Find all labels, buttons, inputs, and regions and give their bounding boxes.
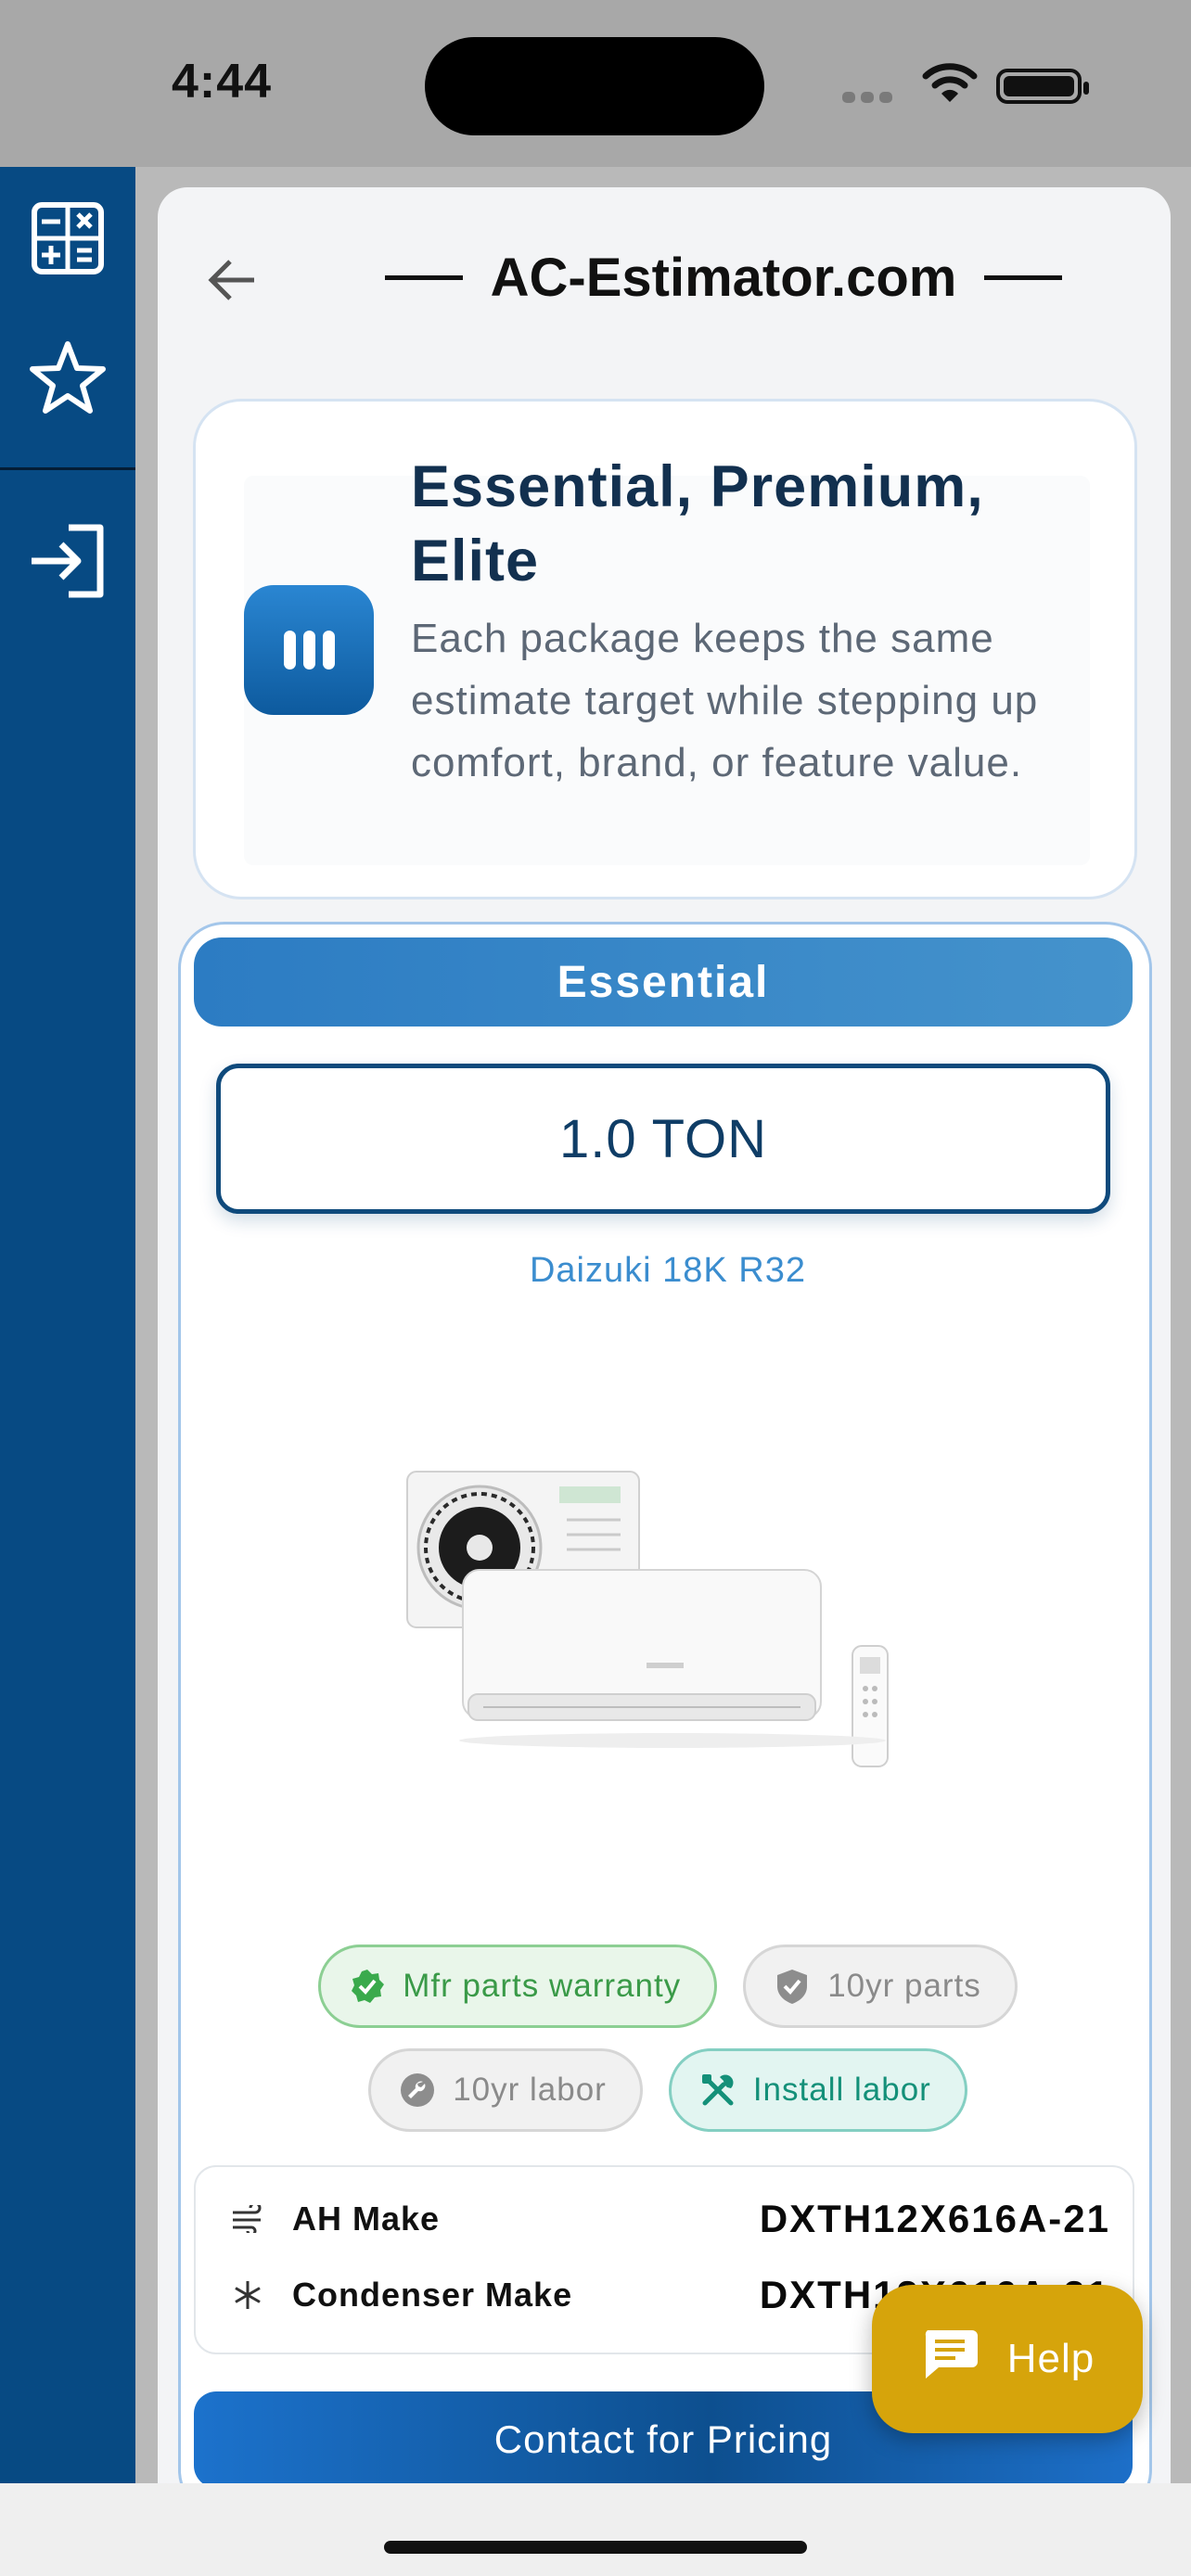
title-rule-left — [384, 274, 463, 280]
sidebar-divider — [0, 467, 135, 470]
back-button[interactable] — [195, 243, 269, 317]
tier-card: Essential 1.0 TON Daizuki 18K R32 Mfr pa… — [178, 922, 1152, 2483]
home-indicator[interactable] — [384, 2541, 807, 2554]
spec-label: Condenser Make — [292, 2276, 573, 2314]
wrench-icon — [399, 2072, 436, 2109]
help-label: Help — [1006, 2336, 1095, 2381]
help-button[interactable]: Help — [872, 2285, 1143, 2433]
status-bar: 4:44 — [0, 0, 1191, 167]
dynamic-island — [425, 37, 764, 135]
title-rule-right — [984, 274, 1063, 280]
product-image — [394, 1305, 919, 1926]
check-badge-icon — [349, 1968, 386, 2005]
tonnage-selector[interactable]: 1.0 TON — [216, 1064, 1110, 1214]
badge-label: Mfr parts warranty — [403, 1968, 682, 2004]
spec-label: AH Make — [292, 2200, 441, 2238]
battery-icon — [996, 69, 1089, 104]
tier-name[interactable]: Essential — [194, 937, 1133, 1027]
calculator-icon[interactable] — [26, 197, 109, 280]
badge-label: 10yr parts — [827, 1968, 981, 2004]
wifi-icon — [922, 61, 978, 104]
home-area — [0, 2483, 1191, 2576]
spec-value: DXTH12X616A-21 — [759, 2197, 1110, 2240]
snowflake-icon — [229, 2276, 266, 2314]
app-title-text: AC-Estimator.com — [490, 247, 957, 308]
badge-install-labor: Install labor — [668, 2048, 967, 2132]
shield-icon — [774, 1968, 811, 2005]
package-tiers-icon — [244, 585, 374, 715]
arrow-left-icon — [208, 260, 254, 300]
chat-icon — [920, 2327, 980, 2392]
header-title: AC-Estimator.com — [352, 236, 1095, 319]
badges-row-1: Mfr parts warranty 10yr parts — [181, 1945, 1155, 2028]
badge-label: Install labor — [752, 2072, 931, 2108]
air-handler-icon — [229, 2200, 266, 2238]
star-outline-icon[interactable] — [26, 336, 109, 419]
badge-10yr-labor: 10yr labor — [368, 2048, 643, 2132]
badge-10yr-parts: 10yr parts — [743, 1945, 1018, 2028]
status-time: 4:44 — [172, 55, 273, 108]
signal-dots-icon — [842, 91, 907, 104]
intro-description: Each package keeps the same estimate tar… — [411, 616, 1039, 785]
intro-title: Essential, Premium, Elite — [411, 454, 984, 593]
spec-row-ah-make: AH Make DXTH12X616A-21 — [229, 2191, 1110, 2247]
badges-row-2: 10yr labor Install labor — [181, 2048, 1155, 2132]
sidebar — [0, 167, 135, 2483]
model-name: Daizuki 18K R32 — [529, 1251, 807, 1290]
intro-card: Essential, Premium, Elite Each package k… — [193, 399, 1137, 899]
badge-mfr-parts-warranty: Mfr parts warranty — [318, 1945, 718, 2028]
tools-icon — [699, 2072, 736, 2109]
badge-label: 10yr labor — [453, 2072, 607, 2108]
main-panel: AC-Estimator.com Essential, Premium, Eli… — [158, 187, 1171, 2483]
login-icon[interactable] — [26, 519, 109, 603]
